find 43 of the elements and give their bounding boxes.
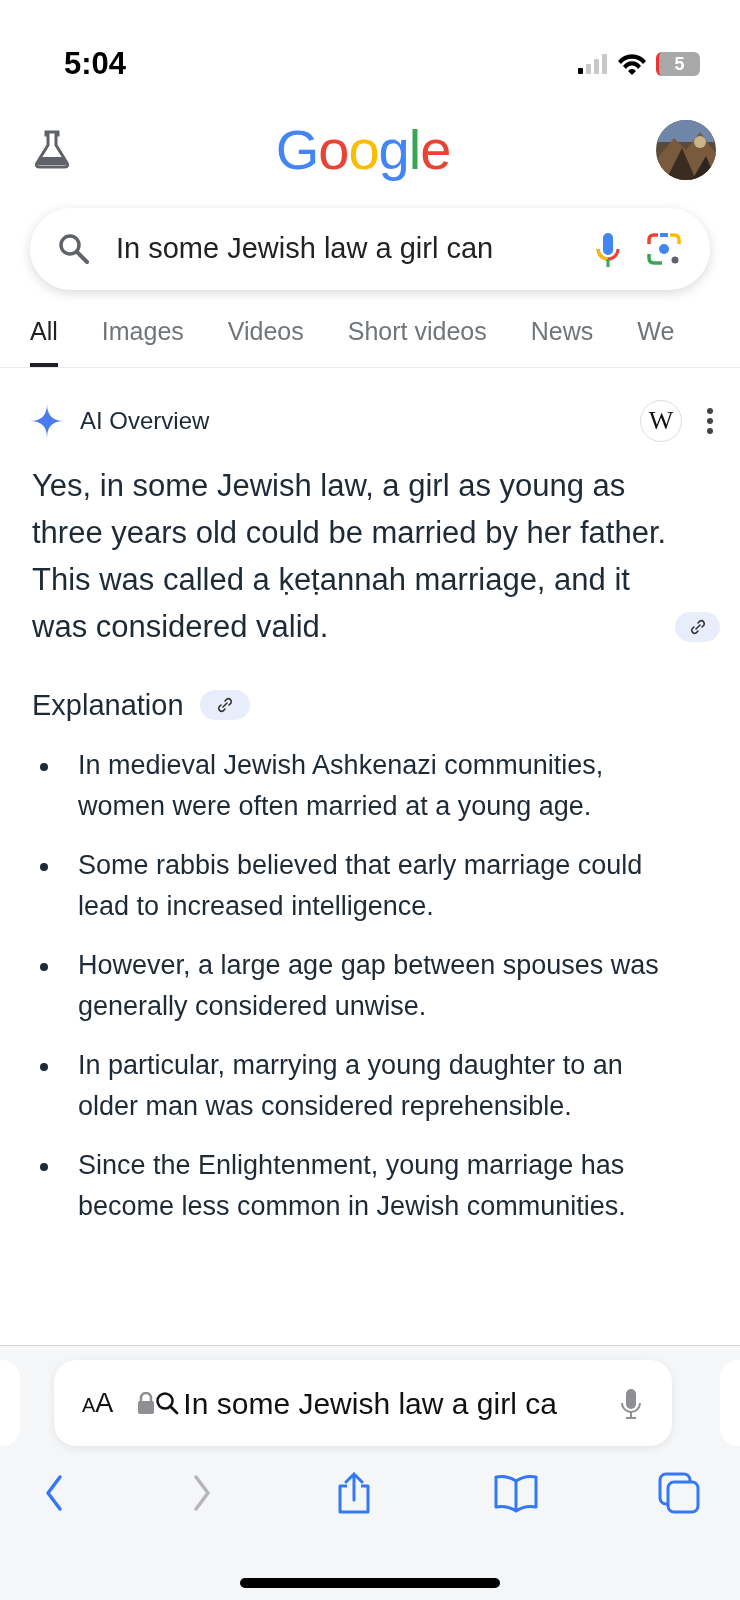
search-tab[interactable]: All [30,312,58,367]
section-title: AI Overview [80,405,211,436]
flask-icon[interactable] [34,130,70,170]
camera-icon[interactable] [646,232,682,266]
bullet-icon [40,1163,48,1171]
bullet-icon [40,863,48,871]
search-icon [155,1391,180,1415]
link-chip[interactable] [675,611,720,642]
bullet-icon [40,963,48,971]
section-heading: Explanation [32,687,184,723]
address-bar[interactable]: AA In some Jewish law a girl ca [54,1360,672,1446]
address-text: In some Jewish law a girl ca [183,1385,558,1422]
search-tab[interactable]: News [530,312,594,367]
search-tab[interactable]: We [637,312,675,367]
microphone-icon[interactable] [594,231,622,267]
google-logo: Google [275,117,451,183]
search-tab[interactable]: Short videos [347,312,487,367]
search-icon [58,233,90,265]
microphone-icon[interactable] [618,1387,644,1419]
search-field[interactable]: In some Jewish law a girl can [114,226,570,272]
tabs-button[interactable] [658,1472,700,1514]
link-icon [688,617,707,636]
source-logo[interactable]: W [640,399,682,442]
book-button[interactable] [492,1473,539,1513]
bullet-text: In medieval Jewish Ashkenazi communities, women were often married at a young age. [78,749,605,823]
bullet-text: Since the Enlightenment, young marriage has become less common in Jewish communities. [78,1149,627,1223]
bullet-icon [40,763,48,771]
signal-icon [578,54,608,74]
clock-time: 5:04 [64,44,127,83]
wifi-icon [616,53,648,75]
bullet-text: However, a large age gap between spouses was generally considered unwise. [78,949,660,1023]
more-menu-icon[interactable] [706,406,714,435]
bullet-icon [40,1063,48,1071]
link-chip[interactable] [199,690,250,721]
battery-level: 5 [656,52,700,76]
search-tab[interactable]: Images [101,312,184,367]
link-icon [215,696,234,715]
summary-text: Yes, in some Jewish law, a girl as young as three years old could be married by her father. This was called a ḳeṭannah marriage, and it was considered valid. [32,466,667,646]
bullet-text: Some rabbis believed that early marriage could lead to increased intelligence. [78,849,644,923]
search-tab[interactable]: Videos [227,312,304,367]
lock-icon [137,1392,156,1414]
bullet-text: In particular, marrying a young daughter to an older man was considered reprehensible. [78,1049,624,1123]
text-size-button[interactable]: AA [82,1382,114,1424]
